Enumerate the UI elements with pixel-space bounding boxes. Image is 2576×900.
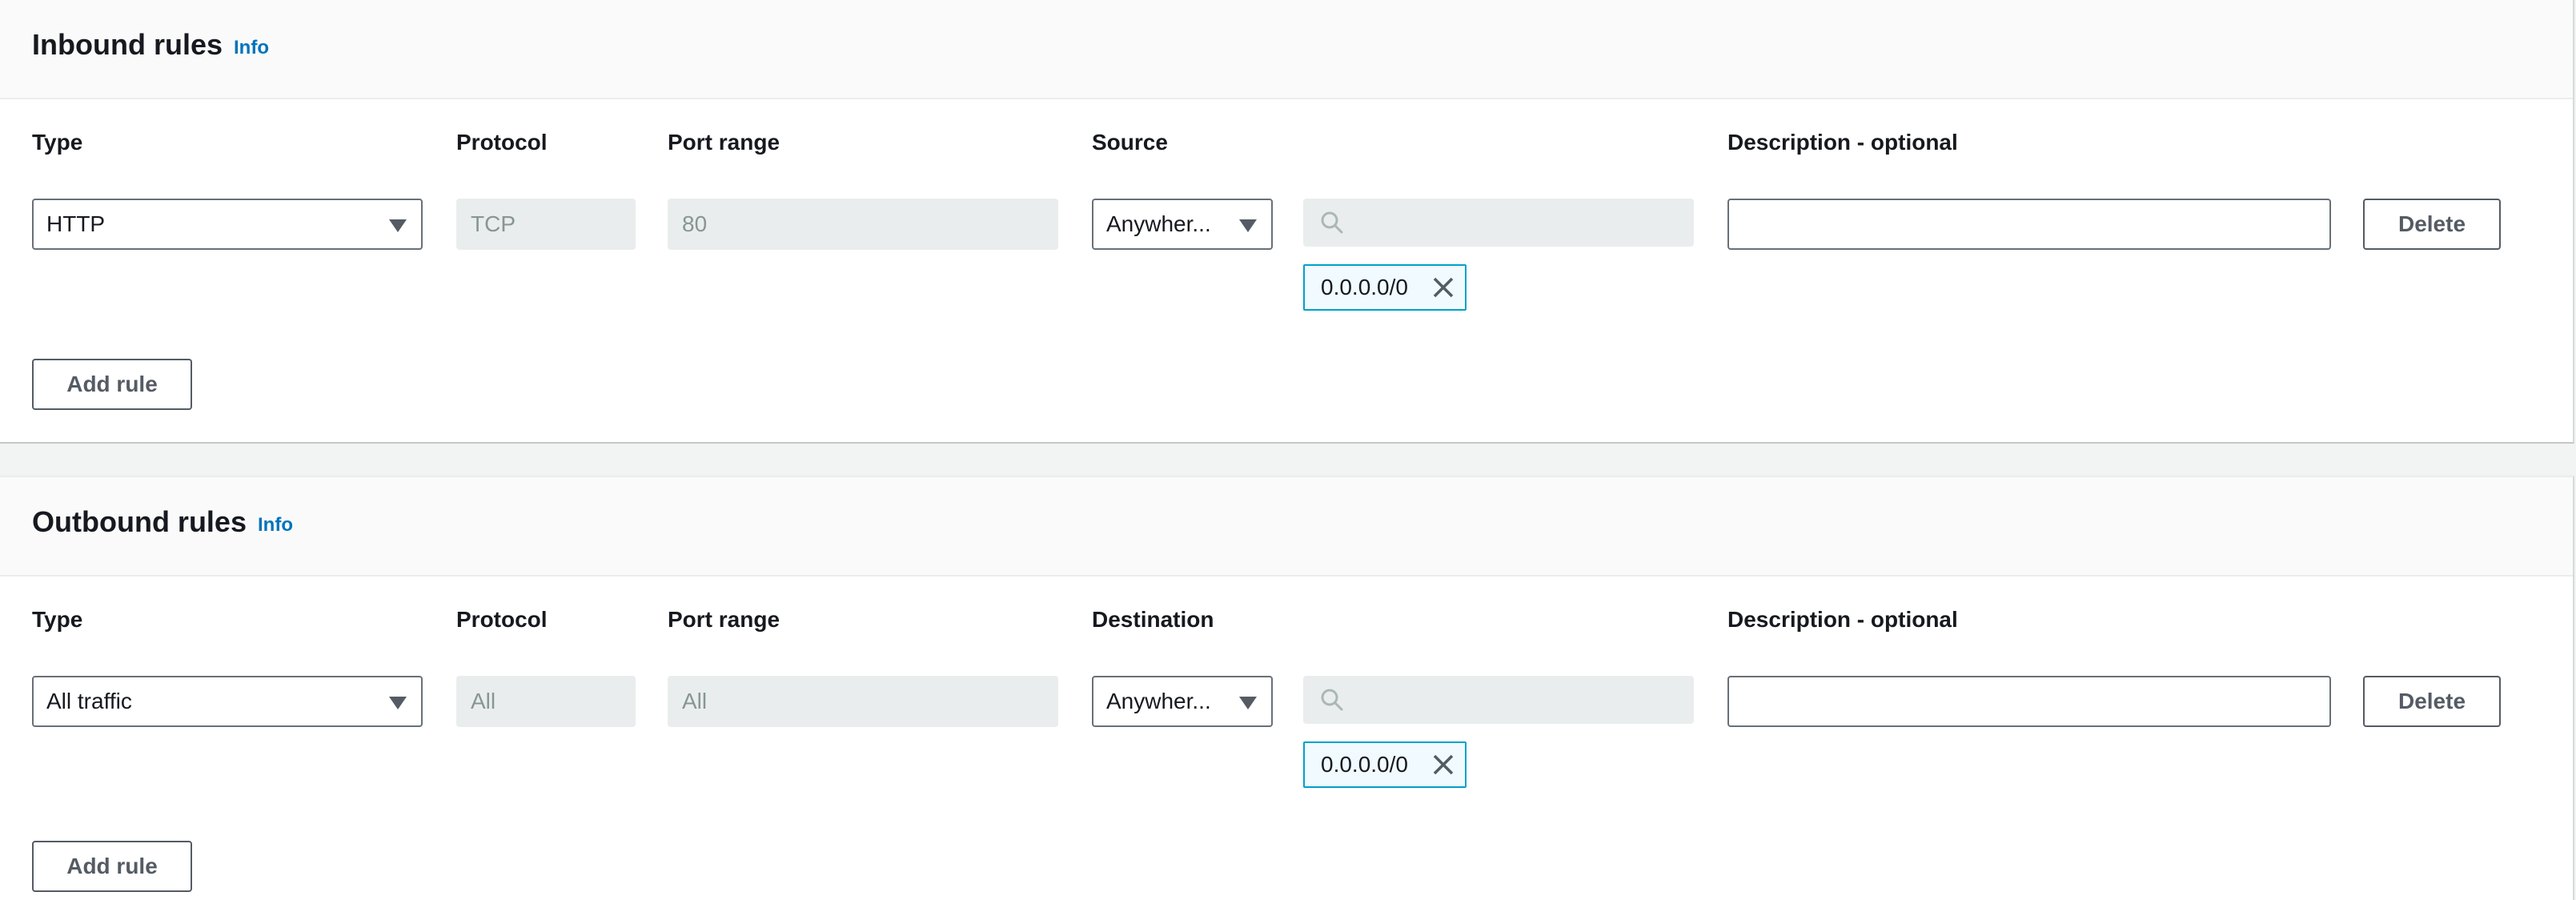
search-icon (1321, 689, 1343, 711)
destination-cidr-label: 0.0.0.0/0 (1321, 752, 1408, 777)
port-range-field: 80 (668, 199, 1058, 250)
outbound-rules-panel: Outbound rules Info Type Protocol Port r… (0, 476, 2574, 900)
type-select[interactable]: All traffic (32, 676, 423, 727)
caret-down-icon (389, 219, 407, 232)
inbound-info-link[interactable]: Info (234, 35, 269, 61)
add-rule-button[interactable]: Add rule (32, 841, 192, 892)
destination-search-input[interactable] (1303, 676, 1694, 724)
type-select-value: All traffic (46, 689, 132, 713)
search-icon (1321, 211, 1343, 234)
type-select-value: HTTP (46, 211, 106, 236)
destination-column-label: Destination (1092, 607, 1214, 632)
caret-down-icon (1239, 219, 1257, 232)
add-rule-button[interactable]: Add rule (32, 359, 192, 410)
destination-cidr-token: 0.0.0.0/0 (1303, 741, 1467, 788)
port-range-field: All (668, 676, 1058, 727)
source-cidr-label: 0.0.0.0/0 (1321, 275, 1408, 299)
delete-button[interactable]: Delete (2363, 199, 2501, 250)
destination-select-value: Anywher... (1106, 689, 1211, 713)
inbound-rules-header: Inbound rules Info (0, 0, 2573, 99)
delete-button[interactable]: Delete (2363, 676, 2501, 727)
protocol-field: TCP (456, 199, 636, 250)
inbound-rules-panel: Inbound rules Info Type Protocol Port ra… (0, 0, 2574, 444)
caret-down-icon (1239, 697, 1257, 709)
outbound-rules-title: Outbound rules (32, 505, 247, 538)
source-cidr-token: 0.0.0.0/0 (1303, 264, 1467, 311)
description-column-label: Description - optional (1727, 607, 1958, 632)
protocol-column-label: Protocol (456, 607, 548, 632)
protocol-field: All (456, 676, 636, 727)
caret-down-icon (389, 697, 407, 709)
close-icon[interactable] (1431, 275, 1455, 299)
protocol-column-label: Protocol (456, 130, 548, 155)
outbound-rules-header: Outbound rules Info (0, 477, 2573, 577)
source-search-input[interactable] (1303, 199, 1694, 247)
port-range-column-label: Port range (668, 130, 780, 155)
description-column-label: Description - optional (1727, 130, 1958, 155)
close-icon[interactable] (1431, 753, 1455, 777)
description-input[interactable] (1727, 676, 2331, 727)
type-column-label: Type (32, 130, 83, 155)
type-select[interactable]: HTTP (32, 199, 423, 250)
type-column-label: Type (32, 607, 83, 632)
source-select[interactable]: Anywher... (1092, 199, 1273, 250)
source-column-label: Source (1092, 130, 1168, 155)
destination-select[interactable]: Anywher... (1092, 676, 1273, 727)
description-input[interactable] (1727, 199, 2331, 250)
port-range-column-label: Port range (668, 607, 780, 632)
inbound-rules-title: Inbound rules (32, 28, 223, 61)
source-select-value: Anywher... (1106, 211, 1211, 236)
outbound-info-link[interactable]: Info (258, 512, 293, 538)
